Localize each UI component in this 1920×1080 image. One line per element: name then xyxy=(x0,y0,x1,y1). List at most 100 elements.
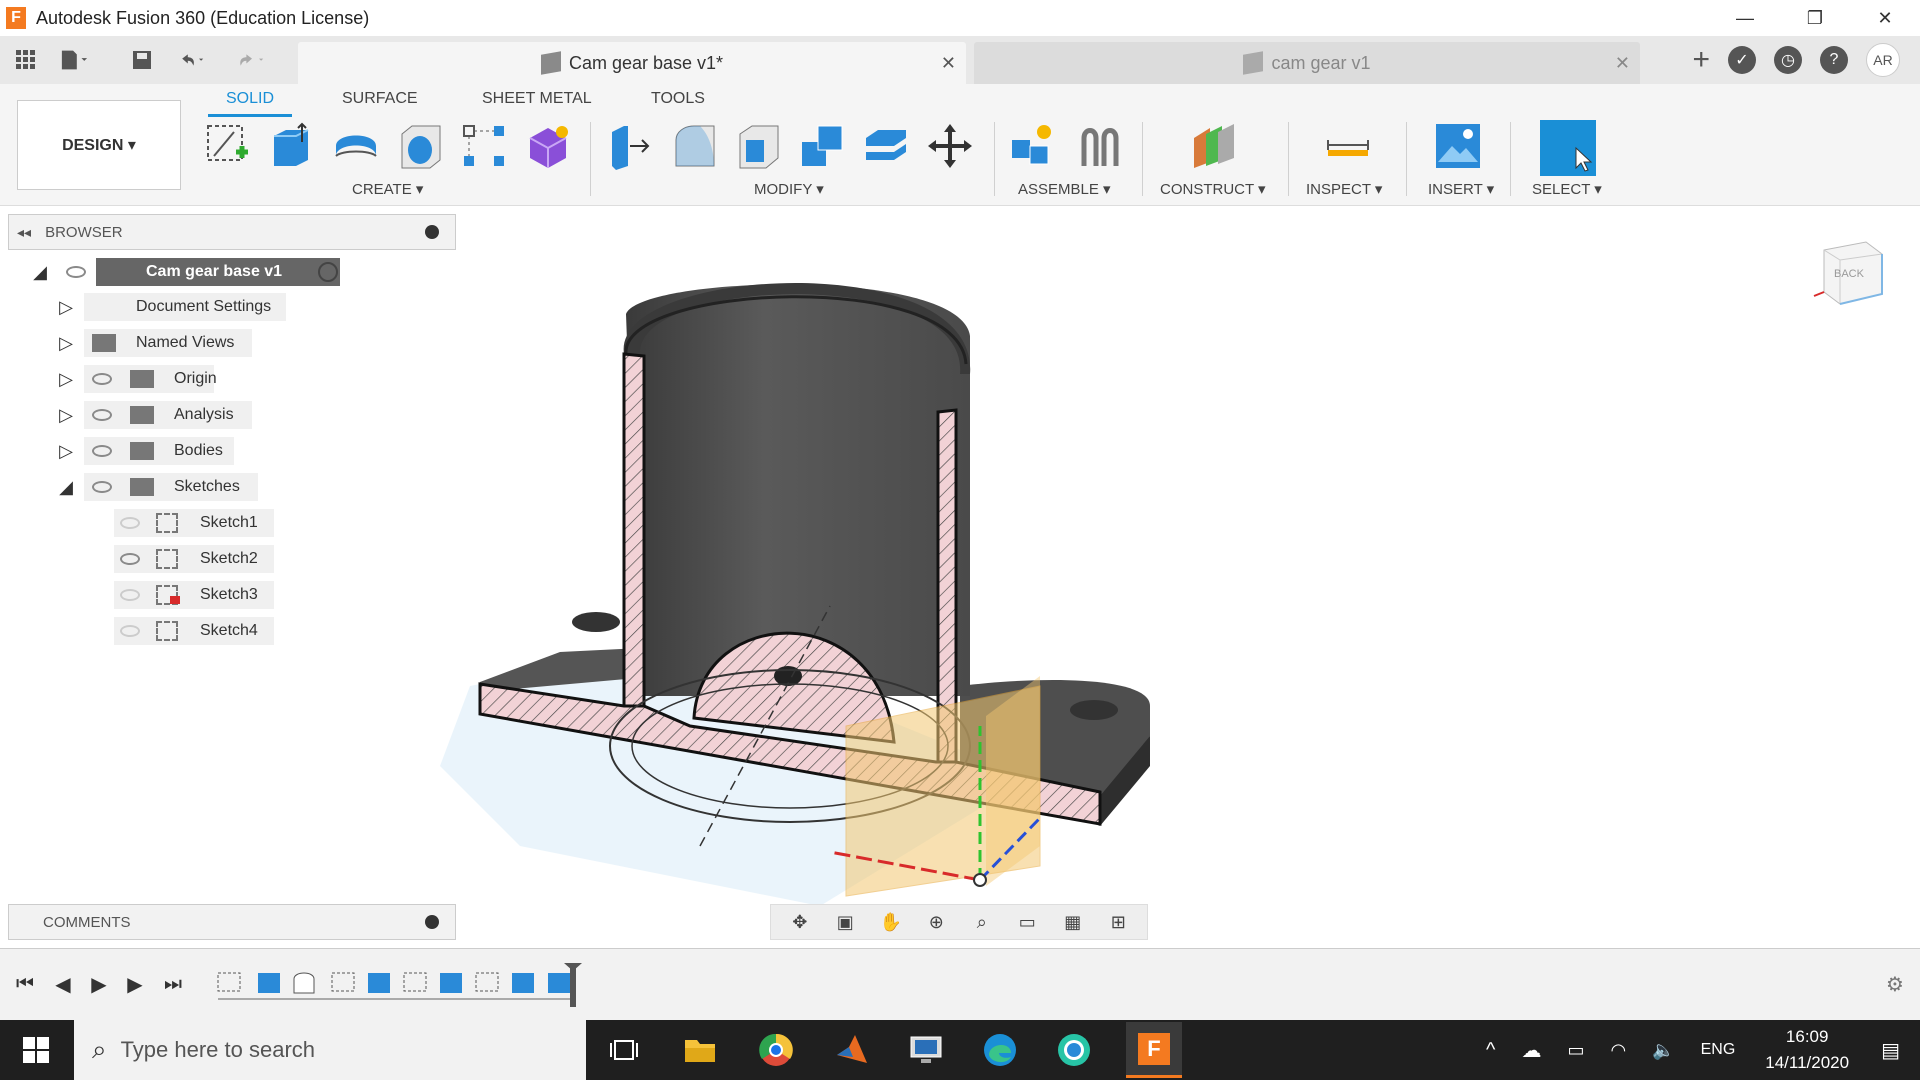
job-status-icon[interactable]: ✓ xyxy=(1728,46,1756,74)
hole-icon[interactable] xyxy=(396,122,444,170)
visibility-eye-icon[interactable] xyxy=(92,481,112,493)
create-group-label[interactable]: CREATE ▾ xyxy=(352,180,423,198)
select-group-label[interactable]: SELECT ▾ xyxy=(1532,180,1602,198)
tab-sheet-metal[interactable]: SHEET METAL xyxy=(482,90,592,108)
move-copy-icon[interactable] xyxy=(926,122,974,170)
tree-item-named-views[interactable]: ▷ Named Views xyxy=(56,328,256,358)
tree-root-row[interactable]: ◢ Cam gear base v1 xyxy=(30,257,350,287)
maximize-button[interactable]: ❐ xyxy=(1780,0,1850,36)
timeline-features[interactable] xyxy=(214,963,584,1011)
offset-face-icon[interactable] xyxy=(862,122,910,170)
insert-group-label[interactable]: INSERT ▾ xyxy=(1428,180,1494,198)
undo-icon[interactable] xyxy=(178,46,206,74)
browser-panel-header[interactable]: ◂◂ BROWSER xyxy=(8,214,456,250)
windows-start-icon[interactable] xyxy=(14,1028,58,1072)
file-explorer-icon[interactable] xyxy=(678,1028,722,1072)
construct-group-label[interactable]: CONSTRUCT ▾ xyxy=(1160,180,1266,198)
tree-item-bodies[interactable]: ▷ Bodies xyxy=(56,436,256,466)
step-back-icon[interactable]: ◀ xyxy=(50,971,76,997)
tree-item-sketch1[interactable]: Sketch1 xyxy=(114,508,274,538)
onedrive-cloud-icon[interactable]: ☁ xyxy=(1521,1038,1541,1063)
remote-desktop-icon[interactable] xyxy=(904,1028,948,1072)
app-grid-icon[interactable] xyxy=(12,46,40,74)
workspace-switcher-button[interactable]: DESIGN ▾ xyxy=(17,100,181,190)
chevron-up-icon[interactable]: ^ xyxy=(1486,1039,1495,1062)
create-sketch-icon[interactable] xyxy=(204,122,252,170)
expand-arrow-icon[interactable]: ▷ xyxy=(56,441,76,461)
tree-item-origin[interactable]: ▷ Origin xyxy=(56,364,256,394)
redo-icon[interactable] xyxy=(238,46,266,74)
extrude-icon[interactable] xyxy=(268,122,316,170)
orbit-icon[interactable]: ✥ xyxy=(788,910,812,934)
close-button[interactable]: ✕ xyxy=(1850,0,1920,36)
collapse-arrow-icon[interactable]: ◢ xyxy=(56,477,76,497)
panel-minimize-icon[interactable] xyxy=(425,225,439,239)
task-view-icon[interactable] xyxy=(602,1028,646,1072)
tree-item-sketch4[interactable]: Sketch4 xyxy=(114,616,274,646)
tab-close-icon[interactable]: ✕ xyxy=(1615,53,1630,74)
tab-cam-gear[interactable]: cam gear v1 ✕ xyxy=(974,42,1640,84)
fusion-360-taskbar-icon[interactable]: F xyxy=(1126,1022,1182,1078)
minimize-button[interactable]: — xyxy=(1710,0,1780,36)
shell-icon[interactable] xyxy=(734,122,782,170)
tree-item-sketch2[interactable]: Sketch2 xyxy=(114,544,274,574)
matlab-icon[interactable] xyxy=(830,1028,874,1072)
timeline-settings-gear-icon[interactable]: ⚙ xyxy=(1882,971,1908,997)
tree-item-document-settings[interactable]: ▷ ⚙ Document Settings xyxy=(56,292,296,322)
taskbar-search-box[interactable]: ⌕ Type here to search xyxy=(74,1020,586,1080)
tree-item-analysis[interactable]: ▷ Analysis xyxy=(56,400,256,430)
step-forward-icon[interactable]: ▶ xyxy=(122,971,148,997)
wifi-icon[interactable]: ◠ xyxy=(1610,1040,1626,1061)
zoom-icon[interactable]: ⊕ xyxy=(924,910,948,934)
action-center-icon[interactable]: ▤ xyxy=(1881,1038,1900,1063)
chrome-icon[interactable] xyxy=(754,1028,798,1072)
look-at-icon[interactable]: ▣ xyxy=(833,910,857,934)
combine-icon[interactable] xyxy=(798,122,846,170)
app-circle-icon[interactable] xyxy=(1052,1028,1096,1072)
visibility-eye-icon[interactable] xyxy=(120,553,140,565)
tree-item-sketch3[interactable]: Sketch3 xyxy=(114,580,274,610)
tab-close-icon[interactable]: ✕ xyxy=(941,53,956,74)
select-tool-icon[interactable] xyxy=(1538,118,1598,178)
go-to-start-icon[interactable]: ⏮ xyxy=(12,971,38,997)
fit-icon[interactable]: ⌕ xyxy=(970,910,994,934)
comments-panel-header[interactable]: COMMENTS xyxy=(8,904,456,940)
insert-image-icon[interactable] xyxy=(1434,122,1482,170)
fillet-icon[interactable] xyxy=(670,122,718,170)
visibility-eye-icon[interactable] xyxy=(92,373,112,385)
file-menu-icon[interactable] xyxy=(60,46,88,74)
tab-tools[interactable]: TOOLS xyxy=(651,90,705,108)
inspect-group-label[interactable]: INSPECT ▾ xyxy=(1306,180,1382,198)
volume-icon[interactable]: 🔈 xyxy=(1652,1040,1674,1061)
measure-icon[interactable] xyxy=(1324,122,1372,170)
expand-arrow-icon[interactable]: ▷ xyxy=(56,297,76,317)
press-pull-icon[interactable] xyxy=(606,122,654,170)
visibility-eye-icon[interactable] xyxy=(120,589,140,601)
grid-settings-icon[interactable]: ▦ xyxy=(1061,910,1085,934)
form-icon[interactable] xyxy=(524,122,572,170)
visibility-eye-icon[interactable] xyxy=(120,625,140,637)
battery-icon[interactable]: ▭ xyxy=(1567,1040,1584,1061)
visibility-eye-icon[interactable] xyxy=(92,445,112,457)
go-to-end-icon[interactable]: ⏭ xyxy=(160,971,186,997)
notifications-icon[interactable]: ◷ xyxy=(1774,46,1802,74)
expand-arrow-icon[interactable]: ▷ xyxy=(56,369,76,389)
user-avatar[interactable]: AR xyxy=(1866,43,1900,77)
expand-arrow-icon[interactable]: ▷ xyxy=(56,333,76,353)
play-icon[interactable]: ▶ xyxy=(86,971,112,997)
tree-item-sketches[interactable]: ◢ Sketches xyxy=(56,472,276,502)
help-icon[interactable]: ? xyxy=(1820,46,1848,74)
visibility-eye-icon[interactable] xyxy=(120,517,140,529)
collapse-panel-icon[interactable]: ◂◂ xyxy=(17,224,31,241)
offset-plane-icon[interactable] xyxy=(1190,122,1238,170)
display-settings-icon[interactable]: ▭ xyxy=(1015,910,1039,934)
visibility-eye-icon[interactable] xyxy=(92,409,112,421)
tab-surface[interactable]: SURFACE xyxy=(342,90,418,108)
save-icon[interactable] xyxy=(128,46,156,74)
edge-icon[interactable] xyxy=(978,1028,1022,1072)
tab-cam-gear-base[interactable]: Cam gear base v1* ✕ xyxy=(298,42,966,84)
expand-arrow-icon[interactable]: ◢ xyxy=(30,262,50,282)
visibility-eye-icon[interactable] xyxy=(66,266,86,278)
expand-arrow-icon[interactable]: ▷ xyxy=(56,405,76,425)
new-tab-icon[interactable]: + xyxy=(1692,43,1710,77)
